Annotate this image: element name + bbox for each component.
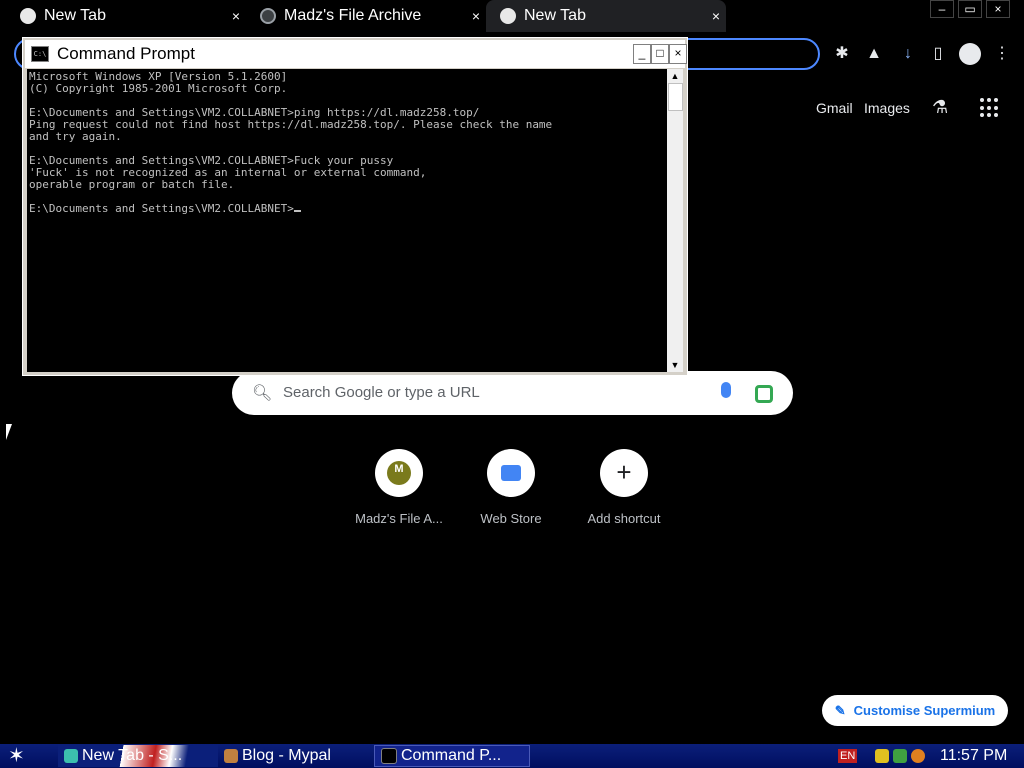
cmd-maximize-button[interactable]: □ <box>651 44 669 64</box>
language-indicator[interactable]: EN <box>838 749 858 763</box>
cmd-app-icon: C:\ <box>31 46 49 62</box>
mouse-pointer-icon <box>6 424 12 440</box>
task-label: Command P... <box>401 747 502 764</box>
text-cursor <box>293 210 301 212</box>
clock[interactable]: 11:57 PM <box>940 747 1007 765</box>
ntp-search-box[interactable]: 🔍︎ Search Google or type a URL <box>232 371 793 415</box>
command-prompt-titlebar[interactable]: C:\ Command Prompt _ □ × <box>25 40 687 68</box>
scroll-up-icon[interactable]: ▲ <box>667 69 683 83</box>
gmail-link[interactable]: Gmail <box>816 100 853 116</box>
tab-close-icon[interactable]: × <box>472 8 480 24</box>
tab-close-icon[interactable]: × <box>232 8 240 24</box>
images-link[interactable]: Images <box>864 100 910 116</box>
tab-close-icon[interactable]: × <box>712 8 720 24</box>
tab-title: New Tab <box>44 7 106 24</box>
system-tray: EN <box>838 744 926 768</box>
tab-favicon-icon <box>500 8 516 24</box>
restore-button[interactable]: ▭ <box>958 0 982 18</box>
cmd-close-button[interactable]: × <box>669 44 687 64</box>
extensions-icon[interactable]: ✱ <box>832 44 852 64</box>
shield-icon[interactable] <box>875 749 890 763</box>
taskbar-item-command-prompt[interactable]: Command P... <box>374 745 530 767</box>
search-tray-icon[interactable] <box>911 749 926 763</box>
cmd-minimize-button[interactable]: _ <box>633 44 651 64</box>
taskbar-item-blog-mypal[interactable]: Blog - Mypal <box>218 745 368 767</box>
shortcut-tile: + <box>600 449 648 497</box>
console-text: Microsoft Windows XP [Version 5.1.2600] … <box>29 70 553 215</box>
web-store-icon <box>501 465 521 481</box>
shortcut-madz-file-archive[interactable]: M Madz's File A... <box>349 449 449 526</box>
tab-madz-file-archive[interactable]: Madz's File Archive × <box>246 0 486 32</box>
side-panel-icon[interactable]: ▯ <box>928 44 948 64</box>
tab-new-tab-active[interactable]: New Tab × <box>486 0 726 32</box>
window-title: Command Prompt <box>57 44 195 63</box>
download-icon[interactable]: ↓ <box>898 44 918 64</box>
madz-logo-icon: M <box>387 461 411 485</box>
shortcut-label: Madz's File A... <box>355 511 443 526</box>
tab-title: Madz's File Archive <box>284 7 422 24</box>
shortcut-label: Web Store <box>480 511 542 526</box>
shortcut-tile: M <box>375 449 423 497</box>
shortcut-label: Add shortcut <box>587 511 661 526</box>
tab-new-tab-1[interactable]: New Tab × <box>0 0 246 32</box>
search-placeholder: Search Google or type a URL <box>283 384 480 401</box>
console-output[interactable]: Microsoft Windows XP [Version 5.1.2600] … <box>27 69 667 372</box>
microphone-icon[interactable] <box>721 382 731 398</box>
labs-icon[interactable]: ▲ <box>864 44 884 64</box>
mypal-icon <box>224 749 238 763</box>
customise-button[interactable]: ✎ Customise Supermium <box>822 695 1008 726</box>
taskbar-item-new-tab[interactable]: New Tab - S... <box>58 745 218 767</box>
browser-tab-strip: New Tab × Madz's File Archive × New Tab … <box>0 0 1024 32</box>
profile-avatar-icon[interactable] <box>959 43 981 65</box>
taskbar: ✶ New Tab - S... Blog - Mypal Command P.… <box>0 744 1024 768</box>
customise-label: Customise Supermium <box>853 703 996 718</box>
command-prompt-window[interactable]: C:\ Command Prompt _ □ × Microsoft Windo… <box>22 37 688 376</box>
globe-icon <box>260 8 276 24</box>
supermium-icon <box>64 749 78 763</box>
start-star-icon[interactable]: ✶ <box>8 746 25 766</box>
window-controls: – ▭ × <box>926 0 1010 18</box>
close-window-button[interactable]: × <box>986 0 1010 18</box>
cmd-app-icon <box>381 748 397 764</box>
tab-favicon-icon <box>20 8 36 24</box>
search-icon: 🔍︎ <box>252 385 273 402</box>
scroll-down-icon[interactable]: ▼ <box>667 358 683 372</box>
pencil-icon: ✎ <box>834 702 846 718</box>
labs-flask-icon[interactable]: ⚗ <box>932 97 952 119</box>
shortcut-add[interactable]: + Add shortcut <box>574 449 674 526</box>
plus-icon: + <box>616 457 632 487</box>
google-lens-icon[interactable] <box>755 385 773 403</box>
google-apps-icon[interactable] <box>980 98 1000 118</box>
scroll-thumb[interactable] <box>668 83 683 111</box>
shortcut-tile <box>487 449 535 497</box>
console-scrollbar[interactable]: ▲ ▼ <box>667 69 683 372</box>
shortcut-web-store[interactable]: Web Store <box>461 449 561 526</box>
menu-icon[interactable]: ⋮ <box>992 44 1012 64</box>
task-label: Blog - Mypal <box>242 747 331 764</box>
network-icon[interactable] <box>893 749 908 763</box>
task-label: New Tab - S... <box>82 747 183 764</box>
tab-title: New Tab <box>524 7 586 24</box>
minimize-button[interactable]: – <box>930 0 954 18</box>
